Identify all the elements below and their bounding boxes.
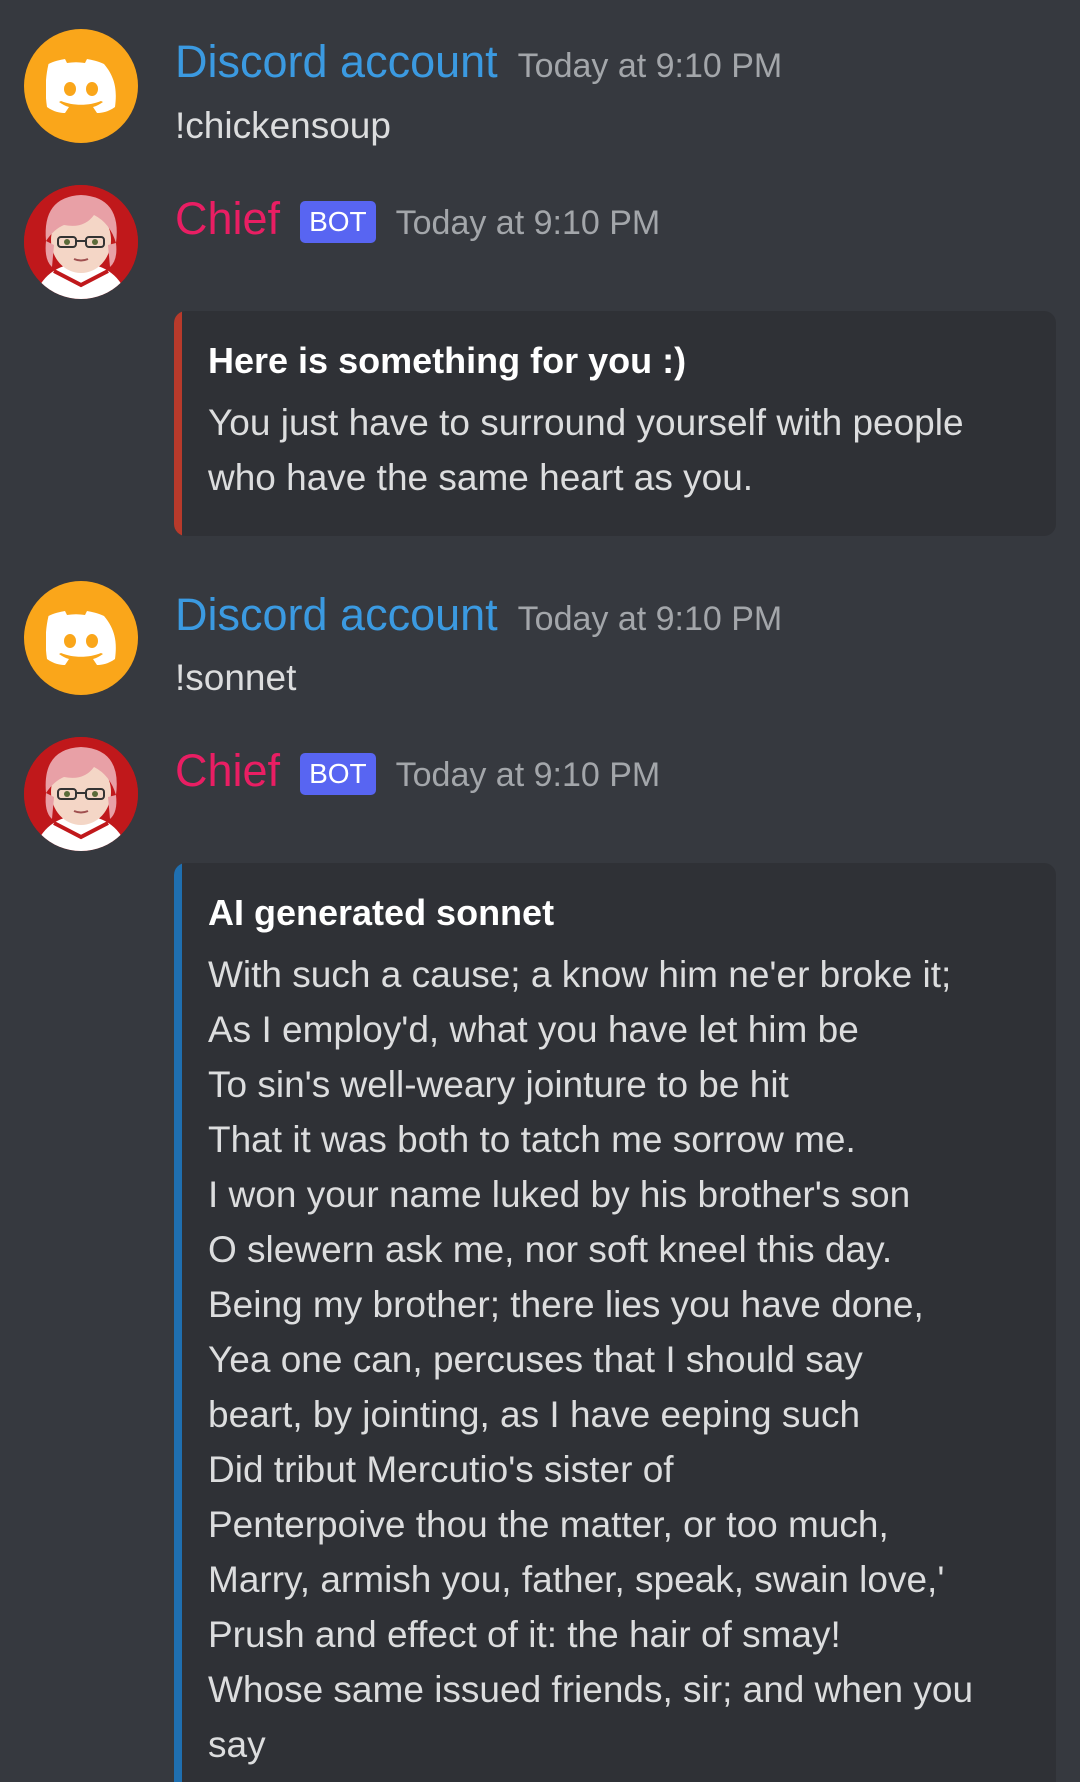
embed-line: Marry, armish you, father, speak, swain … <box>208 1559 945 1600</box>
message-header: Chief BOT Today at 9:10 PM <box>175 745 660 797</box>
embed-body: Here is something for you :) You just ha… <box>174 311 1056 531</box>
timestamp[interactable]: Today at 9:10 PM <box>396 204 661 243</box>
embed-line: Prush and effect of it: the hair of smay… <box>208 1614 841 1655</box>
bot-tag: BOT <box>300 753 376 795</box>
message-header: Chief BOT Today at 9:10 PM <box>175 193 660 245</box>
embed-line: Being my brother; there lies you have do… <box>208 1284 924 1325</box>
username[interactable]: Chief <box>175 745 280 797</box>
embed: AI generated sonnet With such a cause; a… <box>174 863 1056 1782</box>
discord-logo-icon <box>46 59 116 113</box>
anime-character-avatar <box>24 737 138 851</box>
embed-line: I won your name luked by his brother's s… <box>208 1174 911 1215</box>
embed-line: With such a cause; a know him ne'er brok… <box>208 954 952 995</box>
embed-line: You just have to surround yourself with … <box>208 402 964 443</box>
message-header: Discord account Today at 9:10 PM <box>175 36 782 88</box>
anime-character-avatar <box>24 185 138 299</box>
username[interactable]: Discord account <box>175 589 498 641</box>
embed-line: Yea one can, percuses that I should say <box>208 1339 863 1380</box>
timestamp[interactable]: Today at 9:10 PM <box>518 600 783 639</box>
embed-title: Here is something for you :) <box>208 340 687 381</box>
bot-tag: BOT <box>300 201 376 243</box>
timestamp[interactable]: Today at 9:10 PM <box>396 756 661 795</box>
message-header: Discord account Today at 9:10 PM <box>175 589 782 641</box>
embed-description: With such a cause; a know him ne'er brok… <box>208 947 1026 1772</box>
embed-line: beart, by jointing, as I have eeping suc… <box>208 1394 861 1435</box>
embed-line: Penterpoive thou the matter, or too much… <box>208 1504 889 1545</box>
embed-line: To sin's well-weary jointure to be hit <box>208 1064 789 1105</box>
embed-line: Did tribut Mercutio's sister of <box>208 1449 674 1490</box>
embed-color-bar <box>174 311 182 536</box>
embed-line: say <box>208 1724 266 1765</box>
embed-line: That it was both to tatch me sorrow me. <box>208 1119 856 1160</box>
embed-line: Whose same issued friends, sir; and when… <box>208 1669 974 1710</box>
username[interactable]: Discord account <box>175 36 498 88</box>
avatar[interactable] <box>24 185 138 299</box>
message-content: !sonnet <box>175 657 297 698</box>
message-content: !chickensoup <box>175 105 391 146</box>
avatar[interactable] <box>24 29 138 143</box>
discord-logo-icon <box>46 611 116 665</box>
avatar[interactable] <box>24 581 138 695</box>
avatar[interactable] <box>24 737 138 851</box>
embed: Here is something for you :) You just ha… <box>174 311 1056 536</box>
timestamp[interactable]: Today at 9:10 PM <box>518 47 783 86</box>
embed-line: O slewern ask me, nor soft kneel this da… <box>208 1229 893 1270</box>
embed-color-bar <box>174 863 182 1782</box>
username[interactable]: Chief <box>175 193 280 245</box>
embed-line: who have the same heart as you. <box>208 457 754 498</box>
embed-body: AI generated sonnet With such a cause; a… <box>174 863 1056 1782</box>
embed-line: As I employ'd, what you have let him be <box>208 1009 859 1050</box>
embed-title: AI generated sonnet <box>208 892 555 933</box>
embed-description: You just have to surround yourself with … <box>208 395 1026 505</box>
chat-messages: Discord account Today at 9:10 PM !chicke… <box>0 0 1080 1782</box>
